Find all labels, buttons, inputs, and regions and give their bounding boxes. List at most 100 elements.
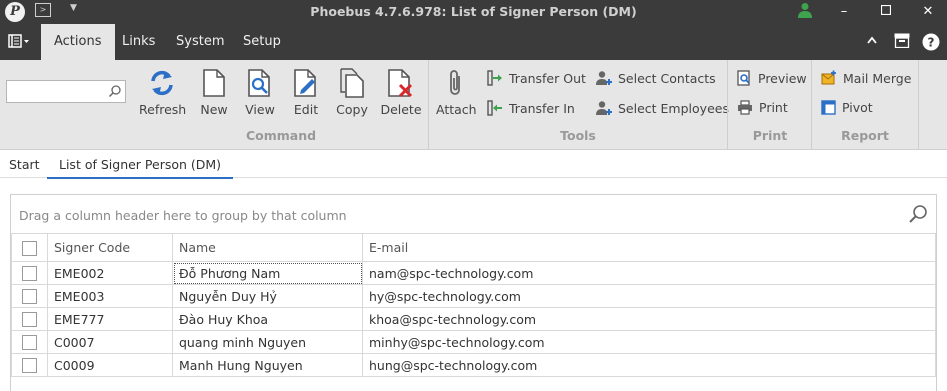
cell-name[interactable]: Nguyễn Duy Hỷ [172,284,363,308]
group-label-report: Report [841,128,889,143]
row-checkbox[interactable] [11,307,48,331]
preview-button[interactable]: Preview [737,70,807,86]
mail-merge-label: Mail Merge [843,70,912,86]
delete-icon [388,69,413,98]
group-label-print: Print [752,128,788,143]
ribbon-separator [918,60,919,150]
tab-setup[interactable]: Setup [230,24,294,60]
cell-email[interactable]: khoa@spc-technology.com [362,307,936,331]
table-row[interactable]: EME003 Nguyễn Duy Hỷ hy@spc-technology.c… [11,284,936,308]
delete-label: Delete [380,102,422,117]
ribbon: Refresh New View Edit Copy Delete Comman… [0,60,947,150]
new-button[interactable]: New [197,68,231,117]
cell-email[interactable]: nam@spc-technology.com [362,261,936,285]
mail-merge-icon [821,70,836,85]
add-contact-icon [596,71,612,85]
ribbon-separator [811,60,812,150]
signer-table: Signer Code Name E-mail EME002 Đỗ Phương… [11,233,936,377]
select-contacts-button[interactable]: Select Contacts [596,70,716,86]
table-row[interactable]: C0009 Manh Hung Nguyen hung@spc-technolo… [11,353,936,377]
tab-actions[interactable]: Actions [41,24,115,60]
user-icon[interactable] [798,2,812,21]
print-preview-icon [737,70,750,86]
select-contacts-label: Select Contacts [618,70,716,86]
select-all-checkbox[interactable] [11,233,48,262]
tab-links[interactable]: Links [109,24,168,60]
app-menu-icon[interactable] [8,34,30,51]
minimize-icon[interactable]: – [834,2,854,22]
row-checkbox[interactable] [11,284,48,308]
cell-name[interactable]: Đỗ Phương Nam [172,261,363,285]
row-checkbox[interactable] [11,330,48,354]
new-document-icon [203,69,225,97]
transfer-in-button[interactable]: Transfer In [487,100,575,116]
transfer-out-button[interactable]: Transfer Out [487,70,586,86]
transfer-in-icon [487,100,502,116]
cell-email[interactable]: minhy@spc-technology.com [362,330,936,354]
print-label: Print [759,100,788,115]
cell-name[interactable]: Manh Hung Nguyen [172,353,363,377]
help-icon[interactable]: ? [922,33,940,55]
cell-signer-code[interactable]: C0007 [47,330,173,354]
maximize-icon[interactable] [876,2,896,22]
view-button[interactable]: View [243,68,277,117]
cell-signer-code[interactable]: EME003 [47,284,173,308]
mail-merge-button[interactable]: Mail Merge [821,70,911,86]
column-header-signer-code[interactable]: Signer Code [47,233,173,262]
new-label: New [200,102,228,117]
cell-signer-code[interactable]: C0009 [47,353,173,377]
printer-icon [738,100,752,115]
find-icon[interactable] [908,204,928,227]
view-label: View [245,102,275,117]
document-tab-bar: Start List of Signer Person (DM) [0,150,947,179]
cell-email[interactable]: hy@spc-technology.com [362,284,936,308]
edit-icon [294,69,316,97]
search-icon[interactable] [108,84,122,98]
tab-signer-person-list[interactable]: List of Signer Person (DM) [47,157,234,179]
cell-name[interactable]: Đào Huy Khoa [172,307,363,331]
select-employees-button[interactable]: Select Employees [596,100,729,116]
tab-start[interactable]: Start [9,157,40,172]
paperclip-icon [450,70,460,95]
group-panel[interactable]: Drag a column header here to group by th… [11,195,936,233]
transfer-in-label: Transfer In [509,100,575,116]
cell-signer-code[interactable]: EME777 [47,307,173,331]
svg-text:?: ? [928,36,935,50]
transfer-out-icon [487,70,502,86]
ribbon-separator [727,60,728,150]
archive-icon[interactable] [894,33,910,52]
close-icon[interactable]: ✕ [918,2,938,22]
print-button[interactable]: Print [737,100,788,115]
group-label-tools: Tools [560,128,596,143]
view-document-icon [248,69,270,97]
cell-name[interactable]: quang minh Nguyen [172,330,363,354]
refresh-button[interactable]: Refresh [139,68,187,117]
title-bar: P > ▼ Phoebus 4.7.6.978: List of Signer … [0,0,947,24]
cell-signer-code[interactable]: EME002 [47,261,173,285]
row-checkbox[interactable] [11,261,48,285]
table-row[interactable]: EME002 Đỗ Phương Nam nam@spc-technology.… [11,261,936,285]
delete-button[interactable]: Delete [380,68,422,117]
pivot-table-icon [821,100,836,115]
cell-email[interactable]: hung@spc-technology.com [362,353,936,377]
refresh-label: Refresh [139,102,187,117]
collapse-ribbon-icon[interactable] [867,33,877,48]
ribbon-search-input[interactable] [6,80,126,103]
copy-button[interactable]: Copy [335,68,369,117]
column-header-email[interactable]: E-mail [362,233,936,262]
column-header-name[interactable]: Name [172,233,363,262]
add-employee-icon [596,101,612,115]
copy-label: Copy [336,102,368,117]
table-row[interactable]: C0007 quang minh Nguyen minhy@spc-techno… [11,330,936,354]
header-row: Signer Code Name E-mail [11,233,936,262]
tab-system[interactable]: System [163,24,237,60]
data-grid: Drag a column header here to group by th… [10,194,937,391]
ribbon-separator [428,60,429,150]
pivot-button[interactable]: Pivot [821,100,873,115]
group-hint: Drag a column header here to group by th… [19,208,347,223]
attach-button[interactable]: Attach [436,68,477,117]
select-employees-label: Select Employees [618,100,729,116]
row-checkbox[interactable] [11,353,48,377]
table-row[interactable]: EME777 Đào Huy Khoa khoa@spc-technology.… [11,307,936,331]
edit-button[interactable]: Edit [291,68,321,117]
